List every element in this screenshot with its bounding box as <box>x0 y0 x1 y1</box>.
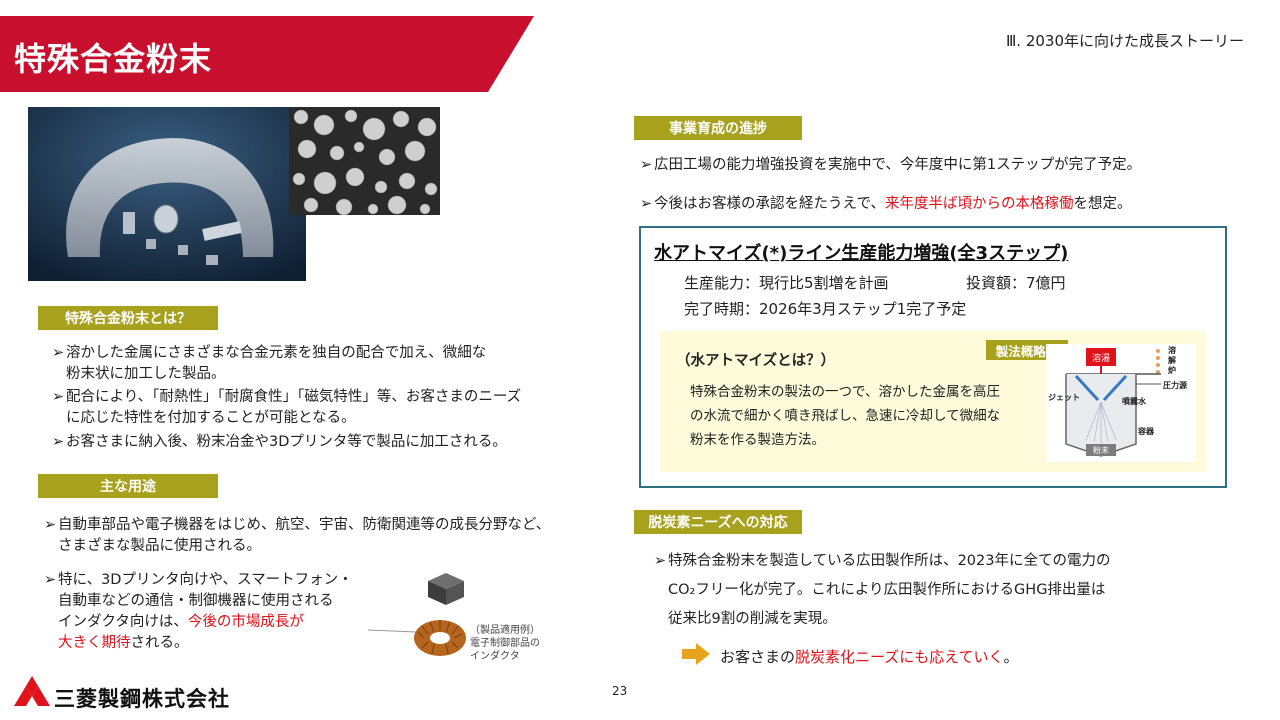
atomization-diagram: 溶湯 溶 解 炉 圧力源 ジェット 噴霧水 容器 粉末 <box>1046 344 1196 462</box>
product-photo <box>28 107 306 281</box>
right-arrow-icon <box>682 643 710 669</box>
bullet-arrow-icon: ➢ <box>640 157 653 173</box>
process-explainer-heading: （水アトマイズとは？） <box>676 353 836 369</box>
bullet-arrow-icon: ➢ <box>654 553 667 569</box>
powder-micrograph <box>289 107 440 216</box>
decarbon-tag: 脱炭素ニーズへの対応 <box>634 510 802 534</box>
what-is-bullet-1: ➢ 溶かした金属にさまざまな合金元素を独自の配合で加え、微細な 粉末状に加工した… <box>52 345 487 382</box>
diagram-label-melt: 溶湯 <box>1092 352 1110 364</box>
diagram-label-furnace-1: 溶 <box>1168 345 1176 355</box>
inductor-block-image <box>424 571 466 611</box>
bullet-arrow-icon: ➢ <box>44 517 57 533</box>
mitsubishi-logo <box>14 676 50 714</box>
company-name: 三菱製鋼株式会社 <box>54 687 230 711</box>
diagram-label-pressure: 圧力源 <box>1163 380 1187 390</box>
decarbon-bullet: ➢ 特殊合金粉末を製造している広田製作所は、2023年に全ての電力の CO₂フリ… <box>654 547 1234 634</box>
progress-bullet-2: ➢ 今後はお客様の承認を経たうえで、来年度半ば頃からの本格稼働を想定。 <box>640 194 1240 215</box>
progress-bullet-1: ➢ 広田工場の能力増強投資を実施中で、今年度中に第1ステップが完了予定。 <box>640 155 1240 176</box>
conclusion-text: お客さまの脱炭素化ニーズにも応えていく。 <box>720 648 1019 666</box>
bullet-arrow-icon: ➢ <box>52 345 65 361</box>
bullet-arrow-icon: ➢ <box>52 434 65 450</box>
diagram-label-vessel: 容器 <box>1137 426 1155 436</box>
inductor-caption: （製品適用例） 電子制御部品の インダクタ <box>470 625 540 662</box>
page-number: 23 <box>612 684 628 698</box>
diagram-label-powder: 粉末 <box>1093 445 1109 455</box>
capacity-plan: 生産能力：現行比5割増を計画 <box>684 274 889 292</box>
completion-date: 完了時期：2026年3月ステップ1完了予定 <box>684 300 967 318</box>
toroidal-inductor-image <box>367 610 468 664</box>
diagram-label-furnace-3: 炉 <box>1168 365 1176 375</box>
uses-tag: 主な用途 <box>38 474 218 498</box>
diagram-label-spray: 噴霧水 <box>1122 396 1147 406</box>
diagram-label-jet: ジェット <box>1048 393 1080 402</box>
diagram-label-furnace-2: 解 <box>1168 355 1176 365</box>
process-explainer-body: 特殊合金粉末の製法の一つで、溶かした金属を高圧 の水流で細かく噴き飛ばし、急速に… <box>690 384 1001 448</box>
what-is-bullet-3: ➢ お客さまに納入後、粉末冶金や3Dプリンタ等で製品に加工される。 <box>52 432 572 453</box>
investment-amount: 投資額：7億円 <box>966 274 1066 292</box>
bullet-arrow-icon: ➢ <box>44 572 57 588</box>
uses-bullet-2: ➢ 特に、3Dプリンタ向けや、スマートフォン・ 自動車などの通信・制御機器に使用… <box>44 572 353 651</box>
section-reference: Ⅲ. 2030年に向けた成長ストーリー <box>1005 32 1244 50</box>
uses-bullet-1: ➢ 自動車部品や電子機器をはじめ、航空、宇宙、防衛関連等の成長分野など、 さまざ… <box>44 517 551 554</box>
progress-tag: 事業育成の進捗 <box>634 116 802 140</box>
page-title: 特殊合金粉末 <box>14 40 213 78</box>
project-title: 水アトマイズ(*)ライン生産能力増強(全3ステップ) <box>654 243 1069 264</box>
what-is-bullet-2: ➢ 配合により、「耐熱性」「耐腐食性」「磁気特性」等、お客さまのニーズ に応じた… <box>52 389 522 426</box>
bullet-arrow-icon: ➢ <box>52 389 65 405</box>
bullet-arrow-icon: ➢ <box>640 196 653 212</box>
what-is-tag: 特殊合金粉末とは？ <box>38 306 218 330</box>
